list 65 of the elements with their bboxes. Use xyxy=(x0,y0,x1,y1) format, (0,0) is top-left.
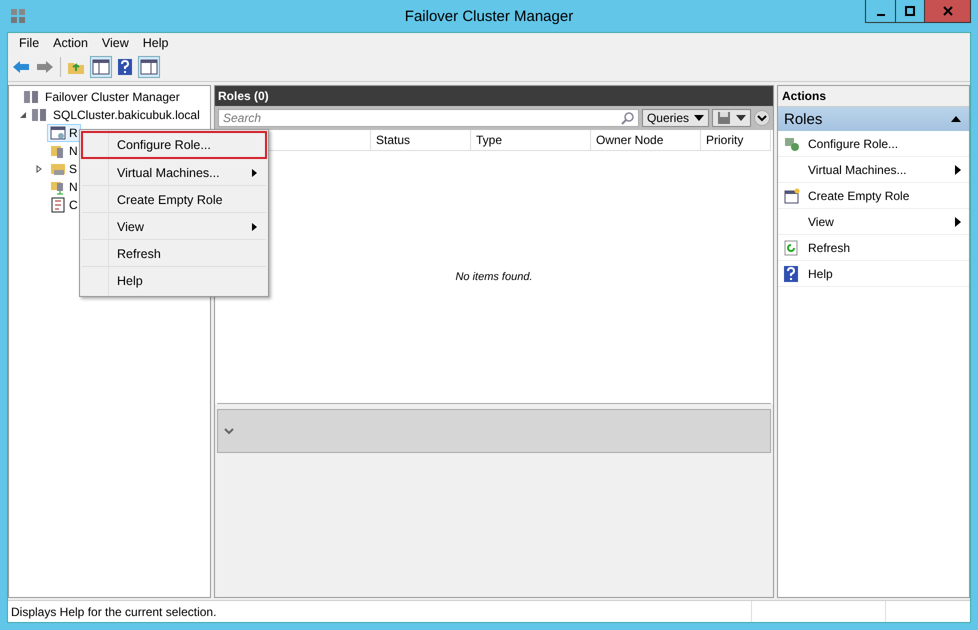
folder-server-icon xyxy=(50,161,66,177)
column-header[interactable]: Status xyxy=(371,130,471,150)
console-tree-icon[interactable] xyxy=(91,57,111,77)
context-menu-item[interactable]: Refresh xyxy=(81,240,267,267)
forward-arrow-icon[interactable] xyxy=(36,60,54,74)
document-icon xyxy=(50,197,66,213)
panel-title: Roles (0) xyxy=(218,89,269,103)
tree-item[interactable]: N xyxy=(47,142,81,160)
expanded-caret-icon[interactable] xyxy=(19,111,27,119)
back-arrow-icon[interactable] xyxy=(12,60,30,74)
section-header[interactable]: Roles xyxy=(778,107,969,131)
menu-item[interactable]: File xyxy=(12,36,46,50)
actions-title: Actions xyxy=(778,86,969,107)
minimize-icon xyxy=(876,14,884,16)
folder-server-icon xyxy=(50,179,66,195)
status-text: Displays Help for the current selection. xyxy=(8,601,752,622)
close-icon xyxy=(942,6,952,16)
server-cluster-icon xyxy=(10,8,26,24)
action-link[interactable]: Refresh xyxy=(808,240,961,254)
action-link[interactable]: Help xyxy=(808,266,961,280)
action-link[interactable]: Configure Role... xyxy=(808,136,961,150)
window-gear-icon xyxy=(50,125,66,141)
context-menu-item[interactable]: Configure Role... xyxy=(81,131,267,159)
menu-item[interactable]: View xyxy=(94,36,136,50)
new-window-icon xyxy=(784,188,800,204)
refresh-icon xyxy=(784,240,798,256)
menu-item[interactable]: Action xyxy=(46,36,95,50)
collapse-triangle-icon[interactable] xyxy=(951,116,961,122)
search-field[interactable]: Search xyxy=(218,109,639,127)
tree-item[interactable]: C xyxy=(47,196,81,214)
collapsed-caret-icon[interactable] xyxy=(35,165,43,173)
folder-server-icon xyxy=(50,143,66,159)
close-button[interactable] xyxy=(924,0,970,22)
cluster-icon xyxy=(23,89,39,105)
cluster-icon xyxy=(31,107,47,123)
action-pane-icon[interactable] xyxy=(139,57,159,77)
column-header[interactable]: Type xyxy=(471,130,591,150)
help-icon[interactable] xyxy=(117,58,133,76)
action-link[interactable]: Create Empty Role xyxy=(808,188,961,202)
menu-item[interactable]: Help xyxy=(136,36,176,50)
tree-item[interactable]: N xyxy=(47,178,81,196)
save-query-button[interactable] xyxy=(712,109,751,127)
search-icon[interactable] xyxy=(620,111,635,125)
dropdown-caret-icon xyxy=(736,115,746,121)
expand-chevron-icon[interactable] xyxy=(754,110,770,126)
window-title: Failover Cluster Manager xyxy=(404,8,574,25)
help-icon xyxy=(784,266,798,282)
column-header[interactable]: Owner Node xyxy=(591,130,701,150)
tree-item[interactable]: Failover Cluster Manager xyxy=(43,89,182,105)
empty-message: No items found. xyxy=(455,271,533,283)
action-link[interactable]: View xyxy=(808,214,955,228)
context-menu-item[interactable]: Virtual Machines... xyxy=(81,159,267,186)
maximize-icon xyxy=(905,6,915,16)
chevron-down-icon[interactable] xyxy=(224,427,234,435)
tree-item[interactable]: R xyxy=(47,124,81,142)
context-menu-item[interactable]: View xyxy=(81,213,267,240)
section-title: Roles xyxy=(784,110,822,128)
queries-button[interactable]: Queries xyxy=(642,109,709,127)
tree-item[interactable]: S xyxy=(47,160,80,178)
column-header[interactable]: Priority xyxy=(701,130,771,150)
context-menu-item[interactable]: Create Empty Role xyxy=(81,186,267,213)
action-link[interactable]: Virtual Machines... xyxy=(808,162,955,176)
context-menu-item[interactable]: Help xyxy=(81,267,267,295)
dropdown-caret-icon xyxy=(694,115,704,121)
tree-item[interactable]: SQLCluster.bakicubuk.local xyxy=(51,107,202,123)
